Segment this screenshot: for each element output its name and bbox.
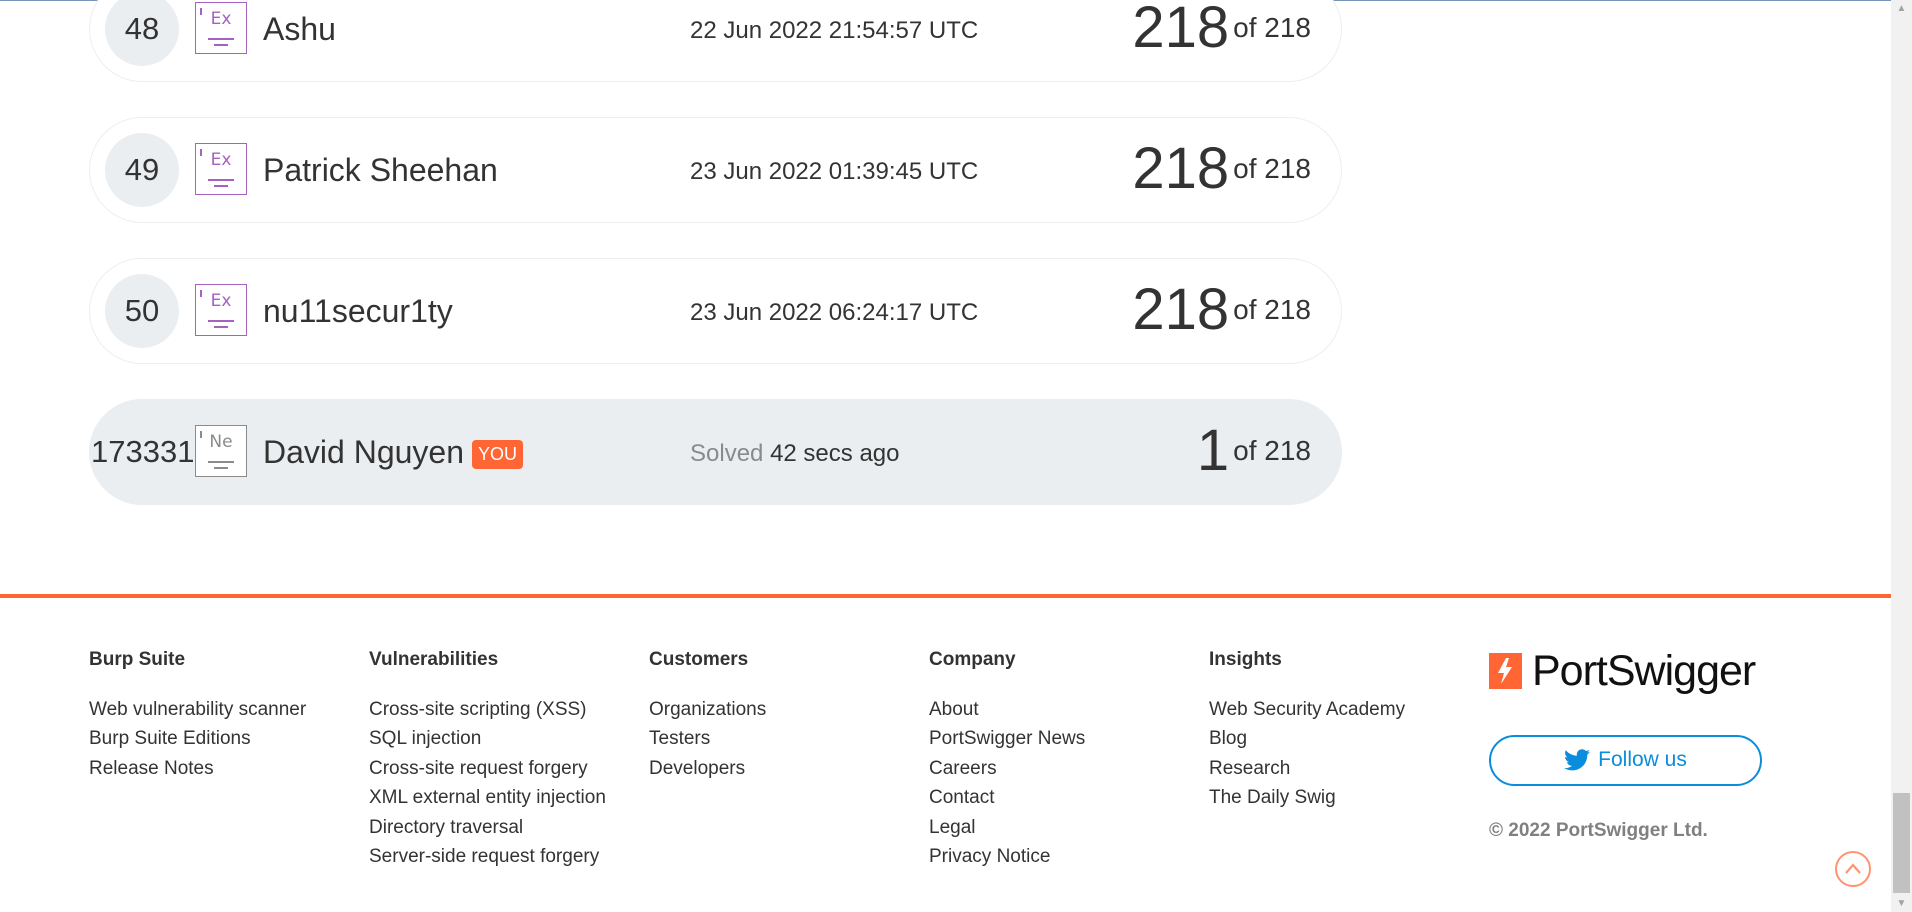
footer-link[interactable]: About	[929, 695, 1085, 724]
score: 1 of 218	[1197, 420, 1311, 482]
user-level-avatar-icon: Ex	[195, 2, 247, 54]
you-badge: YOU	[472, 440, 524, 469]
score-value: 1	[1196, 418, 1230, 483]
footer-link[interactable]: Contact	[929, 783, 1085, 812]
footer-link[interactable]: Careers	[929, 754, 1085, 783]
follow-us-label: Follow us	[1598, 748, 1687, 771]
twitter-bird-icon	[1564, 749, 1591, 771]
user-level-avatar-icon: Ex	[195, 284, 247, 336]
score-value: 218	[1132, 277, 1230, 342]
footer-heading: Company	[929, 649, 1016, 670]
avatar-abbr: Ne	[209, 432, 233, 452]
footer-heading: Customers	[649, 649, 749, 670]
scroll-down-arrow-icon[interactable]: ▼	[1891, 895, 1912, 912]
footer-column-customers: Customers Organizations Testers Develope…	[649, 649, 766, 783]
user-name: David Nguyen YOU	[263, 433, 524, 471]
score: 218 of 218	[1132, 0, 1311, 59]
score-value: 218	[1132, 0, 1230, 60]
footer-link[interactable]: XML external entity injection	[369, 783, 606, 812]
user-level-avatar-icon: Ex	[195, 143, 247, 195]
footer-link[interactable]: Blog	[1209, 724, 1405, 753]
vertical-scrollbar[interactable]: ▲ ▼	[1891, 0, 1912, 912]
copyright: © 2022 PortSwigger Ltd.	[1489, 820, 1708, 841]
rank-badge: 173331	[91, 434, 195, 469]
footer-divider	[0, 594, 1891, 598]
solved-status: Solved 42 secs ago	[690, 440, 899, 468]
footer-link[interactable]: Developers	[649, 754, 766, 783]
score-total: of 218	[1233, 294, 1311, 325]
chevron-up-circle-icon	[1845, 863, 1861, 874]
brand-name: PortSwigger	[1532, 647, 1756, 695]
current-user-row: 173331 Ne David Nguyen YOU Solved 42 secs…	[89, 399, 1342, 505]
footer-column-burp-suite: Burp Suite Web vulnerability scanner Bur…	[89, 649, 306, 783]
completion-date: 23 Jun 2022 01:39:45 UTC	[690, 158, 979, 185]
footer-link[interactable]: Server-side request forgery	[369, 842, 606, 871]
user-level-avatar-icon: Ne	[195, 425, 247, 477]
completion-date: 22 Jun 2022 21:54:57 UTC	[690, 17, 979, 44]
leaderboard-row: 50 Ex nu11secur1ty 23 Jun 2022 06:24:17 …	[89, 258, 1342, 364]
score-total: of 218	[1233, 153, 1311, 184]
footer-link[interactable]: Privacy Notice	[929, 842, 1085, 871]
footer-link[interactable]: Testers	[649, 724, 766, 753]
footer-link[interactable]: Cross-site scripting (XSS)	[369, 695, 606, 724]
footer-link[interactable]: Legal	[929, 813, 1085, 842]
leaderboard-row: 49 Ex Patrick Sheehan 23 Jun 2022 01:39:…	[89, 117, 1342, 223]
footer-link[interactable]: Burp Suite Editions	[89, 724, 306, 753]
follow-us-button[interactable]: Follow us	[1489, 735, 1762, 786]
scroll-to-top-button[interactable]	[1835, 851, 1871, 887]
score: 218 of 218	[1132, 138, 1311, 200]
footer-heading: Vulnerabilities	[369, 649, 499, 670]
footer-link[interactable]: The Daily Swig	[1209, 783, 1405, 812]
solved-label: Solved	[690, 440, 764, 467]
user-name-text: David Nguyen	[263, 434, 464, 470]
user-name: Patrick Sheehan	[263, 152, 498, 188]
rank-badge: 48	[105, 0, 179, 66]
footer-column-insights: Insights Web Security Academy Blog Resea…	[1209, 649, 1405, 813]
rank-badge: 50	[105, 274, 179, 348]
footer-column-vulnerabilities: Vulnerabilities Cross-site scripting (XS…	[369, 649, 606, 871]
avatar-abbr: Ex	[210, 9, 232, 29]
footer-link[interactable]: Web Security Academy	[1209, 695, 1405, 724]
footer-link[interactable]: Directory traversal	[369, 813, 606, 842]
score-value: 218	[1132, 136, 1230, 201]
rank-badge: 49	[105, 133, 179, 207]
page-viewport: 48 Ex Ashu 22 Jun 2022 21:54:57 UTC 218 o…	[0, 0, 1891, 912]
footer-link[interactable]: SQL injection	[369, 724, 606, 753]
footer-heading: Insights	[1209, 649, 1282, 670]
score-total: of 218	[1233, 12, 1311, 43]
footer-heading: Burp Suite	[89, 649, 186, 670]
avatar-abbr: Ex	[210, 291, 232, 311]
scroll-up-arrow-icon[interactable]: ▲	[1891, 0, 1912, 17]
footer-link[interactable]: Release Notes	[89, 754, 306, 783]
solved-time: 42 secs ago	[770, 440, 900, 467]
score: 218 of 218	[1132, 279, 1311, 341]
scrollbar-thumb[interactable]	[1893, 793, 1910, 893]
avatar-abbr: Ex	[210, 150, 232, 170]
user-name: nu11secur1ty	[263, 293, 453, 329]
leaderboard-row: 48 Ex Ashu 22 Jun 2022 21:54:57 UTC 218 o…	[89, 0, 1342, 82]
footer-link[interactable]: Cross-site request forgery	[369, 754, 606, 783]
score-total: of 218	[1233, 435, 1311, 466]
footer-link[interactable]: Web vulnerability scanner	[89, 695, 306, 724]
footer-link[interactable]: PortSwigger News	[929, 724, 1085, 753]
user-name: Ashu	[263, 11, 336, 47]
footer-column-company: Company About PortSwigger News Careers C…	[929, 649, 1085, 871]
completion-date: 23 Jun 2022 06:24:17 UTC	[690, 299, 979, 326]
portswigger-logo-icon	[1489, 653, 1522, 689]
footer-link[interactable]: Research	[1209, 754, 1405, 783]
footer-link[interactable]: Organizations	[649, 695, 766, 724]
